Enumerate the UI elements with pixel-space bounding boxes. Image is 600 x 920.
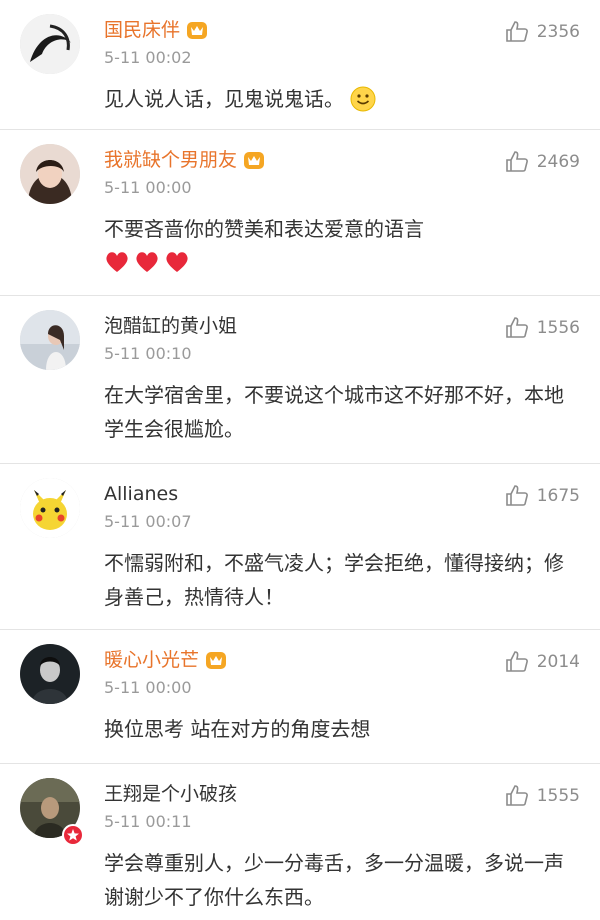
comment-time: 5-11 00:10 — [104, 344, 192, 363]
thumbs-up-icon — [505, 485, 528, 506]
comment-list: 国民床伴 5-11 00:02 见人说人话，见鬼说鬼话。 2356 我就缺个男朋… — [0, 0, 600, 920]
like-count: 1556 — [536, 318, 580, 338]
comment-item: 王翔是个小破孩 5-11 00:11 学会尊重别人，少一分毒舌，多一分温暖，多说… — [0, 764, 600, 920]
comment-item: 我就缺个男朋友 5-11 00:00 不要吝啬你的赞美和表达爱意的语言 2469 — [0, 130, 600, 296]
hearts-emoji-row — [104, 250, 190, 274]
like-button[interactable]: 1675 — [505, 484, 580, 508]
comment-text: 见人说人话，见鬼说鬼话。 — [104, 82, 580, 116]
vip-crown-icon — [244, 152, 265, 169]
comment-time: 5-11 00:00 — [104, 678, 192, 697]
avatar[interactable] — [20, 14, 80, 74]
like-count: 2469 — [536, 152, 580, 172]
comment-time: 5-11 00:02 — [104, 48, 192, 67]
like-count: 1675 — [536, 486, 580, 506]
avatar[interactable] — [20, 144, 80, 204]
comment-item: 暖心小光芒 5-11 00:00 换位思考 站在对方的角度去想 2014 — [0, 630, 600, 764]
comment-time: 5-11 00:07 — [104, 512, 192, 531]
like-button[interactable]: 1556 — [505, 316, 580, 340]
comment-item: 泡醋缸的黄小姐 5-11 00:10 在大学宿舍里，不要说这个城市这不好那不好，… — [0, 296, 600, 464]
username[interactable]: 泡醋缸的黄小姐 — [104, 312, 237, 340]
heart-icon — [136, 252, 158, 272]
vip-crown-icon — [206, 652, 227, 669]
like-button[interactable]: 1555 — [505, 784, 580, 808]
thumbs-up-icon — [505, 151, 528, 172]
heart-icon — [106, 252, 128, 272]
username[interactable]: 暖心小光芒 — [104, 646, 199, 674]
comment-item: 国民床伴 5-11 00:02 见人说人话，见鬼说鬼话。 2356 — [0, 0, 600, 130]
thumbs-up-icon — [505, 651, 528, 672]
heart-icon — [166, 252, 188, 272]
thumbs-up-icon — [505, 21, 528, 42]
like-count: 2014 — [536, 652, 580, 672]
username[interactable]: 王翔是个小破孩 — [104, 780, 237, 808]
like-count: 2356 — [536, 22, 580, 42]
smile-emoji — [350, 86, 376, 112]
comment-time: 5-11 00:00 — [104, 178, 192, 197]
like-count: 1555 — [536, 786, 580, 806]
thumbs-up-icon — [505, 785, 528, 806]
username[interactable]: 国民床伴 — [104, 16, 180, 44]
username[interactable]: 我就缺个男朋友 — [104, 146, 237, 174]
verified-badge-icon — [62, 824, 84, 846]
thumbs-up-icon — [505, 317, 528, 338]
avatar[interactable] — [20, 644, 80, 704]
like-button[interactable]: 2014 — [505, 650, 580, 674]
like-button[interactable]: 2356 — [505, 20, 580, 44]
comment-text: 不懦弱附和，不盛气凌人；学会拒绝，懂得接纳；修身善己，热情待人！ — [104, 551, 564, 609]
comment-text: 在大学宿舍里，不要说这个城市这不好那不好，本地学生会很尴尬。 — [104, 383, 564, 441]
vip-crown-icon — [187, 22, 208, 39]
comment-item: Allianes 5-11 00:07 不懦弱附和，不盛气凌人；学会拒绝，懂得接… — [0, 464, 600, 630]
like-button[interactable]: 2469 — [505, 150, 580, 174]
avatar[interactable] — [20, 478, 80, 538]
comment-text: 不要吝啬你的赞美和表达爱意的语言 — [104, 217, 424, 241]
comment-text: 换位思考 站在对方的角度去想 — [104, 717, 371, 741]
comment-time: 5-11 00:11 — [104, 812, 192, 831]
comment-text: 学会尊重别人，少一分毒舌，多一分温暖，多说一声谢谢少不了你什么东西。 — [104, 851, 564, 909]
avatar[interactable] — [20, 310, 80, 370]
username[interactable]: Allianes — [104, 480, 178, 508]
